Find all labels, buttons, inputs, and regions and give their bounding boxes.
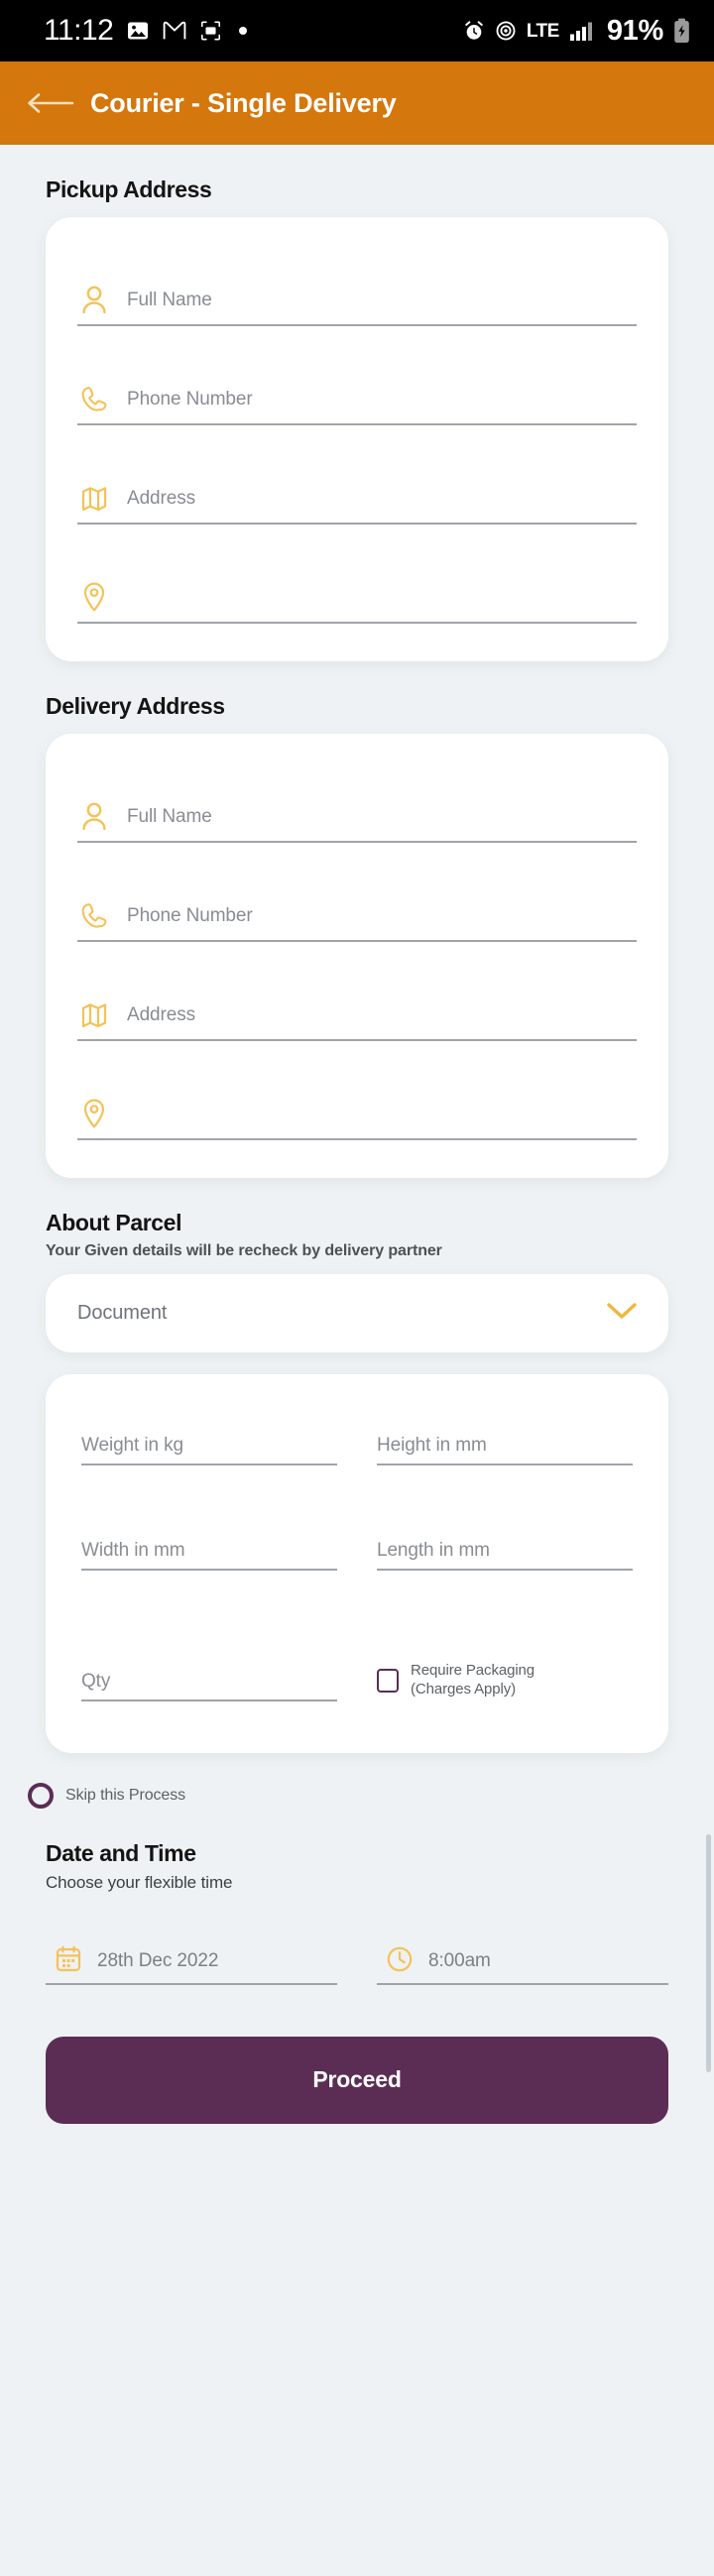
- signal-icon: [569, 20, 595, 42]
- checkbox-icon[interactable]: [377, 1668, 399, 1693]
- proceed-button[interactable]: Proceed: [46, 2036, 668, 2124]
- pickup-phone-field[interactable]: Phone Number: [77, 380, 637, 425]
- delivery-address-heading: Delivery Address: [46, 693, 225, 719]
- page-title: Courier - Single Delivery: [90, 87, 397, 118]
- width-field[interactable]: Width in mm: [81, 1523, 337, 1571]
- dot-icon: [239, 27, 248, 35]
- phone-icon: [77, 896, 111, 932]
- parcel-measurements-card: Weight in kg Height in mm Width in mm Le…: [46, 1374, 668, 1753]
- delivery-address-card: Full Name Phone Number Address: [46, 734, 668, 1178]
- delivery-location-field[interactable]: [77, 1095, 637, 1140]
- parcel-measurement-grid: Weight in kg Height in mm Width in mm Le…: [81, 1418, 633, 1701]
- delivery-phone-placeholder: Phone Number: [127, 905, 253, 926]
- qty-field[interactable]: Qty: [81, 1628, 337, 1701]
- require-packaging-line1: Require Packaging: [411, 1661, 536, 1679]
- map-icon: [77, 479, 111, 515]
- delivery-full-name-placeholder: Full Name: [127, 806, 212, 827]
- qty-placeholder: Qty: [81, 1670, 111, 1692]
- location-pin-icon: [77, 1095, 111, 1130]
- length-field[interactable]: Length in mm: [377, 1523, 633, 1571]
- phone-icon: [77, 380, 111, 415]
- about-parcel-heading: About Parcel: [46, 1210, 182, 1235]
- delivery-address-placeholder: Address: [127, 1004, 196, 1025]
- pickup-address-heading: Pickup Address: [46, 176, 212, 202]
- time-value: 8:00am: [428, 1949, 491, 1971]
- pickup-address-card: Full Name Phone Number Address: [46, 217, 668, 661]
- person-icon: [77, 281, 111, 316]
- photo-icon: [126, 19, 150, 43]
- require-packaging-checkbox[interactable]: Require Packaging (Charges Apply): [377, 1628, 633, 1699]
- height-placeholder: Height in mm: [377, 1435, 487, 1456]
- delivery-address-field[interactable]: Address: [77, 995, 637, 1041]
- location-pin-icon: [77, 578, 111, 614]
- height-field[interactable]: Height in mm: [377, 1418, 633, 1465]
- weight-field[interactable]: Weight in kg: [81, 1418, 337, 1465]
- delivery-phone-field[interactable]: Phone Number: [77, 896, 637, 942]
- radio-icon[interactable]: [28, 1782, 54, 1809]
- status-time: 11:12: [44, 14, 114, 47]
- alarm-icon: [463, 20, 485, 42]
- pickup-address-placeholder: Address: [127, 488, 196, 509]
- delivery-full-name-field[interactable]: Full Name: [77, 797, 637, 843]
- person-icon: [77, 797, 111, 833]
- network-type-label: LTE: [526, 20, 559, 42]
- date-field[interactable]: 28th Dec 2022: [46, 1944, 337, 1985]
- width-placeholder: Width in mm: [81, 1539, 185, 1561]
- gmail-icon: [163, 20, 186, 42]
- app-screen: 11:12 LTE 91% Courier - Single Delivery …: [0, 0, 714, 2576]
- back-arrow-icon: [28, 93, 74, 113]
- clock-icon: [387, 1944, 415, 1974]
- parcel-type-value: Document: [77, 1302, 168, 1324]
- require-packaging-line2: (Charges Apply): [411, 1680, 517, 1698]
- date-value: 28th Dec 2022: [97, 1949, 219, 1971]
- screenshot-icon: [199, 20, 222, 42]
- status-bar-right: LTE 91%: [463, 14, 690, 47]
- back-button[interactable]: [22, 80, 79, 126]
- weight-placeholder: Weight in kg: [81, 1435, 184, 1456]
- status-bar-left: 11:12: [44, 14, 248, 47]
- date-time-grid: 28th Dec 2022 8:00am: [46, 1944, 668, 1985]
- pickup-address-field[interactable]: Address: [77, 479, 637, 525]
- pickup-location-field[interactable]: [77, 578, 637, 624]
- date-time-subtitle: Choose your flexible time: [46, 1872, 233, 1892]
- chevron-down-icon[interactable]: [605, 1300, 639, 1327]
- main-content: Pickup Address Full Name Phone Number Ad…: [0, 176, 714, 2124]
- app-bar: Courier - Single Delivery: [0, 61, 714, 145]
- parcel-type-select[interactable]: Document: [46, 1274, 668, 1352]
- length-placeholder: Length in mm: [377, 1539, 490, 1561]
- pickup-phone-placeholder: Phone Number: [127, 389, 253, 410]
- skip-process-option[interactable]: Skip this Process: [28, 1782, 668, 1809]
- packaging-checkbox-cell: Require Packaging (Charges Apply): [377, 1628, 633, 1701]
- battery-charging-icon: [673, 18, 690, 44]
- time-field[interactable]: 8:00am: [377, 1944, 668, 1985]
- pickup-full-name-placeholder: Full Name: [127, 290, 212, 310]
- status-bar: 11:12 LTE 91%: [0, 0, 714, 61]
- battery-percent-label: 91%: [606, 14, 663, 47]
- calendar-icon: [56, 1944, 83, 1974]
- about-parcel-subtitle: Your Given details will be recheck by de…: [46, 1242, 442, 1259]
- require-packaging-label: Require Packaging (Charges Apply): [411, 1662, 535, 1699]
- hotspot-icon: [495, 20, 517, 42]
- map-icon: [77, 995, 111, 1031]
- pickup-full-name-field[interactable]: Full Name: [77, 281, 637, 326]
- delivery-location-placeholder: [127, 1112, 637, 1130]
- pickup-location-placeholder: [127, 595, 637, 614]
- date-time-heading: Date and Time: [46, 1839, 196, 1866]
- scrollbar[interactable]: [706, 1834, 711, 2072]
- skip-process-label: Skip this Process: [65, 1786, 186, 1804]
